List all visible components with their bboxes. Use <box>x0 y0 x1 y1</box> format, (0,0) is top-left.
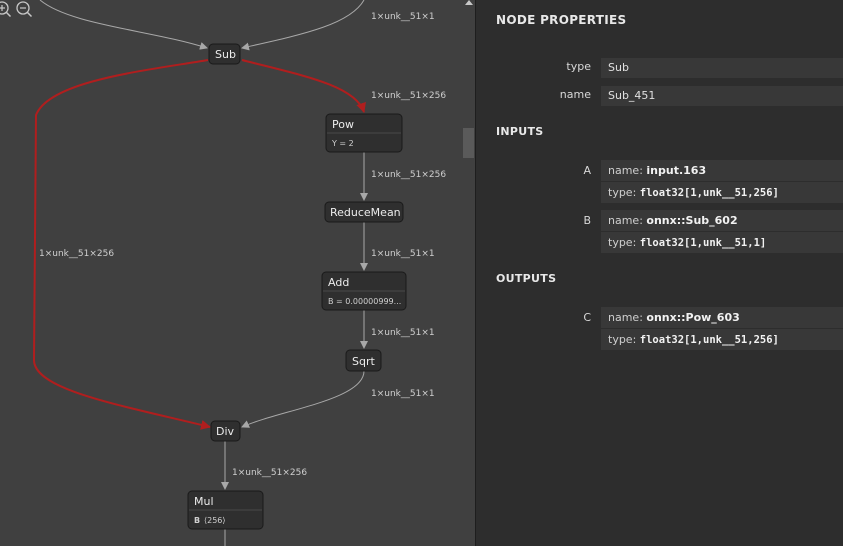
edge-label-sub-pow: 1×unk__51×256 <box>371 91 446 101</box>
input-a-name: input.163 <box>646 164 707 177</box>
inputs-heading: INPUTS <box>496 125 544 138</box>
node-mul[interactable]: Mul B ⟨256⟩ <box>187 490 264 530</box>
edge-input-right <box>241 0 365 51</box>
input-a-type-row: type: float32[1,unk__51,256] <box>601 181 843 203</box>
node-add-attr: B = 0.00000999... <box>328 297 401 306</box>
edge-label-sub-div: 1×unk__51×256 <box>39 249 114 259</box>
name-label: name <box>559 88 591 101</box>
output-c-type: float32[1,unk__51,256] <box>639 334 779 346</box>
input-a-name-key: name: <box>608 164 643 177</box>
edge-sqrt-div <box>241 370 365 428</box>
node-pow-attr: Y = 2 <box>331 139 354 148</box>
node-pow-title: Pow <box>332 118 354 131</box>
edge-sub-div <box>32 59 211 430</box>
type-value[interactable]: Sub <box>601 58 843 78</box>
node-add-title: Add <box>328 276 349 289</box>
node-sqrt-title: Sqrt <box>352 355 375 368</box>
node-mul-attr-key: B <box>194 516 200 525</box>
output-c-box[interactable]: name: onnx::Pow_603 type: float32[1,unk_… <box>601 307 843 350</box>
edge-label-top: 1×unk__51×1 <box>371 12 435 22</box>
node-mul-title: Mul <box>194 495 214 508</box>
input-a-type-key: type: <box>608 186 637 199</box>
edge-sub-pow <box>241 59 366 113</box>
name-value[interactable]: Sub_451 <box>601 86 843 106</box>
input-b-box[interactable]: name: onnx::Sub_602 type: float32[1,unk_… <box>601 210 843 253</box>
input-b-type: float32[1,unk__51,1] <box>639 237 767 249</box>
edge-label-add-sqrt: 1×unk__51×1 <box>371 328 435 338</box>
input-a-box[interactable]: name: input.163 type: float32[1,unk__51,… <box>601 160 843 203</box>
outputs-heading: OUTPUTS <box>496 272 557 285</box>
input-b-type-row: type: float32[1,unk__51,1] <box>601 231 843 253</box>
output-c-type-row: type: float32[1,unk__51,256] <box>601 328 843 350</box>
output-c-type-key: type: <box>608 333 637 346</box>
node-mul-attr-value: ⟨256⟩ <box>204 516 226 525</box>
input-a-label: A <box>583 164 591 177</box>
output-c-label: C <box>583 311 591 324</box>
edge-label-reducemean-add: 1×unk__51×1 <box>371 249 435 259</box>
edge-label-div-mul: 1×unk__51×256 <box>232 468 307 478</box>
node-add[interactable]: Add B = 0.00000999... <box>321 271 407 311</box>
output-c-name-row: name: onnx::Pow_603 <box>601 307 843 328</box>
output-c-name: onnx::Pow_603 <box>646 311 740 324</box>
zoom-in-icon[interactable] <box>0 0 12 18</box>
zoom-out-icon[interactable] <box>15 0 33 18</box>
input-b-name-row: name: onnx::Sub_602 <box>601 210 843 231</box>
input-b-label: B <box>583 214 591 227</box>
graph-scrollbar-track[interactable] <box>462 0 475 546</box>
graph-scrollbar-thumb[interactable] <box>463 128 474 158</box>
graph-canvas[interactable]: 1×unk__51×1 1×unk__51×256 1×unk__51×256 … <box>0 0 475 546</box>
edge-label-sqrt-div: 1×unk__51×1 <box>371 389 435 399</box>
scroll-up-arrow-icon[interactable] <box>465 0 473 5</box>
graph-svg: 1×unk__51×1 1×unk__51×256 1×unk__51×256 … <box>32 0 446 546</box>
node-sub-title: Sub <box>215 48 236 61</box>
panel-title: NODE PROPERTIES <box>496 13 627 27</box>
node-pow[interactable]: Pow Y = 2 <box>325 113 403 153</box>
output-c-name-key: name: <box>608 311 643 324</box>
node-sub[interactable]: Sub <box>208 43 241 65</box>
type-label: type <box>566 60 591 73</box>
input-b-name-key: name: <box>608 214 643 227</box>
node-sqrt[interactable]: Sqrt <box>345 349 382 372</box>
input-a-name-row: name: input.163 <box>601 160 843 181</box>
node-div[interactable]: Div <box>210 420 241 442</box>
input-a-type: float32[1,unk__51,256] <box>639 187 779 199</box>
node-properties-panel: NODE PROPERTIES type Sub name Sub_451 IN… <box>476 0 843 546</box>
node-reducemean[interactable]: ReduceMean <box>324 201 404 223</box>
edge-label-pow-reducemean: 1×unk__51×256 <box>371 170 446 180</box>
input-b-type-key: type: <box>608 236 637 249</box>
node-div-title: Div <box>216 425 235 438</box>
node-reducemean-title: ReduceMean <box>330 206 401 219</box>
input-b-name: onnx::Sub_602 <box>646 214 738 227</box>
edge-input-left <box>39 0 208 50</box>
